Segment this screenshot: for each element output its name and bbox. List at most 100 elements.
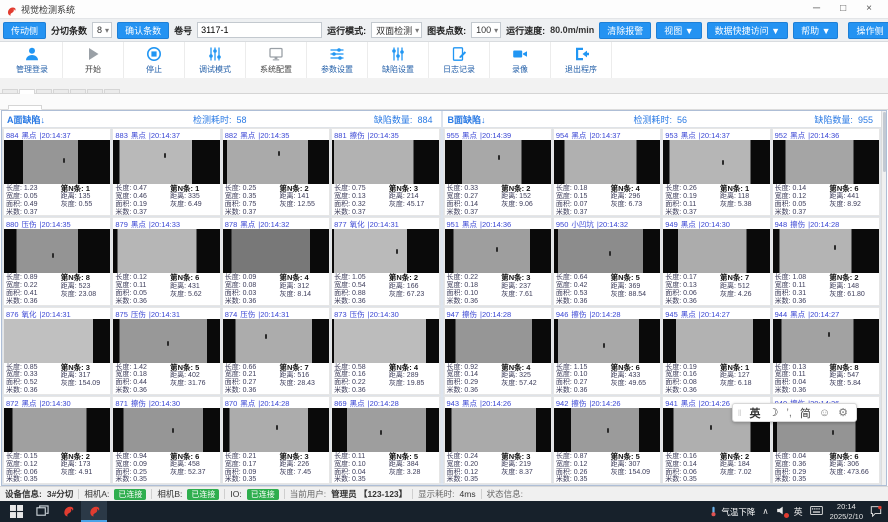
ribbon-button[interactable]: 日志记录 — [429, 42, 490, 78]
defect-thumbnail[interactable] — [113, 319, 219, 363]
defect-card[interactable]: 943黑点|20:14:26 长度: 0.24 宽度: 0.20 面积: 0.1… — [444, 396, 552, 484]
defect-thumbnail[interactable] — [554, 140, 660, 184]
defect-thumbnail[interactable] — [554, 319, 660, 363]
defect-card[interactable]: 945黑点|20:14:27 长度: 0.19 宽度: 0.16 面积: 0.0… — [662, 307, 770, 395]
clear-alarm-button[interactable]: 清除报警 — [599, 22, 651, 39]
defect-thumbnail[interactable] — [4, 408, 110, 452]
ribbon-button[interactable]: 开始 — [63, 42, 124, 78]
defect-card[interactable]: 948擦伤|20:14:28 长度: 1.08 宽度: 0.11 面积: 0.3… — [772, 217, 880, 305]
operator-side-button[interactable]: 操作侧 — [848, 22, 888, 39]
defect-thumbnail[interactable] — [223, 229, 329, 273]
defect-thumbnail[interactable] — [4, 229, 110, 273]
gear-icon[interactable]: ⚙ — [838, 406, 848, 419]
defect-card[interactable]: 942擦伤|20:14:26 长度: 0.87 宽度: 0.12 面积: 0.2… — [553, 396, 661, 484]
ribbon-button[interactable]: 管理登录 — [2, 42, 63, 78]
data-access-menu-button[interactable]: 数据快捷访问 ▼ — [707, 22, 788, 39]
defect-card[interactable]: 953黑点|20:14:37 长度: 0.26 宽度: 0.19 面积: 0.1… — [662, 128, 770, 216]
main-tab[interactable] — [70, 89, 86, 93]
defect-thumbnail[interactable] — [554, 408, 660, 452]
help-menu-button[interactable]: 帮助 ▼ — [793, 22, 838, 39]
maximize-button[interactable]: □ — [840, 0, 846, 18]
tray-expand-chevron[interactable]: ∧ — [762, 506, 768, 517]
defect-thumbnail[interactable] — [773, 319, 879, 363]
defect-thumbnail[interactable] — [332, 319, 438, 363]
defect-card[interactable]: 947擦伤|20:14:28 长度: 0.92 宽度: 0.14 面积: 0.2… — [444, 307, 552, 395]
defect-thumbnail[interactable] — [113, 140, 219, 184]
taskbar-language-indicator[interactable]: 英 — [794, 505, 803, 518]
defect-thumbnail[interactable] — [332, 140, 438, 184]
sub-tab[interactable] — [42, 104, 76, 109]
main-tab[interactable] — [36, 89, 52, 93]
defect-thumbnail[interactable] — [332, 229, 438, 273]
taskbar-app-icon-active[interactable] — [81, 501, 107, 522]
roll-number-input[interactable] — [197, 22, 322, 38]
defect-thumbnail[interactable] — [663, 319, 769, 363]
defect-thumbnail[interactable] — [332, 408, 438, 452]
smiley-icon[interactable]: ☺ — [819, 407, 830, 419]
defect-card[interactable]: 944黑点|20:14:27 长度: 0.13 宽度: 0.11 面积: 0.0… — [772, 307, 880, 395]
touch-keyboard-icon[interactable] — [810, 506, 823, 517]
run-mode-select[interactable]: 双面检测▾ — [371, 22, 422, 38]
vertical-scrollbar[interactable] — [881, 111, 886, 485]
ribbon-button[interactable]: 退出程序 — [551, 42, 612, 78]
defect-card[interactable]: 881擦伤|20:14:35 长度: 0.75 宽度: 0.13 面积: 0.3… — [331, 128, 439, 216]
defect-card[interactable]: 880压伤|20:14:35 长度: 0.89 宽度: 0.22 面积: 0.4… — [3, 217, 111, 305]
ribbon-button[interactable]: 录像 — [490, 42, 551, 78]
sub-tab[interactable] — [110, 104, 144, 109]
weather-widget[interactable]: 气温下降 — [708, 506, 755, 518]
defect-card[interactable]: 883黑点|20:14:37 长度: 0.47 宽度: 0.46 面积: 0.1… — [112, 128, 220, 216]
defect-thumbnail[interactable] — [445, 408, 551, 452]
close-button[interactable]: × — [866, 0, 872, 18]
defect-thumbnail[interactable] — [773, 229, 879, 273]
defect-thumbnail[interactable] — [445, 319, 551, 363]
main-tab[interactable] — [87, 89, 103, 93]
defect-thumbnail[interactable] — [773, 140, 879, 184]
defect-card[interactable]: 874压伤|20:14:31 长度: 0.66 宽度: 0.21 面积: 0.2… — [222, 307, 330, 395]
defect-card[interactable]: 952黑点|20:14:36 长度: 0.14 宽度: 0.12 面积: 0.0… — [772, 128, 880, 216]
defect-card[interactable]: 946擦伤|20:14:28 长度: 1.15 宽度: 0.10 面积: 0.2… — [553, 307, 661, 395]
ribbon-button[interactable]: 调试模式 — [185, 42, 246, 78]
minimize-button[interactable]: ─ — [813, 0, 820, 18]
main-tab[interactable] — [2, 89, 18, 93]
defect-card[interactable]: 875压伤|20:14:31 长度: 1.42 宽度: 0.18 面积: 0.4… — [112, 307, 220, 395]
defect-thumbnail[interactable] — [445, 140, 551, 184]
task-view-button[interactable] — [29, 501, 55, 522]
ime-simplified-toggle[interactable]: 简 — [800, 405, 811, 421]
defect-card[interactable]: 871擦伤|20:14:30 长度: 0.94 宽度: 0.09 面积: 0.2… — [112, 396, 220, 484]
start-button[interactable] — [3, 501, 29, 522]
ime-grip-handle[interactable]: ‖ — [738, 408, 742, 418]
drive-side-button[interactable]: 传动侧 — [3, 22, 46, 39]
defect-card[interactable]: 878黑点|20:14:32 长度: 0.09 宽度: 0.08 面积: 0.0… — [222, 217, 330, 305]
defect-card[interactable]: 870黑点|20:14:28 长度: 0.21 宽度: 0.17 面积: 0.0… — [222, 396, 330, 484]
ribbon-button[interactable]: 停止 — [124, 42, 185, 78]
defect-card[interactable]: 872黑点|20:14:30 长度: 0.15 宽度: 0.12 面积: 0.0… — [3, 396, 111, 484]
volume-icon[interactable] — [776, 505, 787, 518]
defect-thumbnail[interactable] — [663, 140, 769, 184]
defect-thumbnail[interactable] — [223, 319, 329, 363]
main-tab[interactable] — [104, 89, 120, 93]
defect-card[interactable]: 955黑点|20:14:39 长度: 0.33 宽度: 0.27 面积: 0.1… — [444, 128, 552, 216]
defect-thumbnail[interactable] — [113, 229, 219, 273]
defect-thumbnail[interactable] — [113, 408, 219, 452]
ribbon-button[interactable]: 系统配置 — [246, 42, 307, 78]
defect-card[interactable]: 879黑点|20:14:33 长度: 0.12 宽度: 0.11 面积: 0.0… — [112, 217, 220, 305]
defect-card[interactable]: 950小凹坑|20:14:32 长度: 0.64 宽度: 0.42 面积: 0.… — [553, 217, 661, 305]
main-tab[interactable] — [53, 89, 69, 93]
defect-card[interactable]: 869黑点|20:14:28 长度: 0.11 宽度: 0.10 面积: 0.0… — [331, 396, 439, 484]
ime-language-toggle[interactable]: 英 — [750, 405, 761, 421]
defect-card[interactable]: 882黑点|20:14:35 长度: 0.25 宽度: 0.35 面积: 0.7… — [222, 128, 330, 216]
defect-card[interactable]: 876氧化|20:14:31 长度: 0.85 宽度: 0.33 面积: 0.5… — [3, 307, 111, 395]
defect-thumbnail[interactable] — [223, 408, 329, 452]
defect-thumbnail[interactable] — [223, 140, 329, 184]
defect-card[interactable]: 877氧化|20:14:31 长度: 1.05 宽度: 0.54 面积: 0.8… — [331, 217, 439, 305]
defect-card[interactable]: 954黑点|20:14:37 长度: 0.18 宽度: 0.15 面积: 0.0… — [553, 128, 661, 216]
ime-punctuation-toggle[interactable]: ’, — [786, 407, 792, 419]
scrollbar-thumb[interactable] — [883, 112, 886, 172]
defect-card[interactable]: 873压伤|20:14:30 长度: 0.58 宽度: 0.16 面积: 0.2… — [331, 307, 439, 395]
action-center-icon[interactable] — [870, 505, 882, 519]
taskbar-app-icon[interactable] — [55, 501, 81, 522]
defect-thumbnail[interactable] — [4, 319, 110, 363]
defect-thumbnail[interactable] — [663, 229, 769, 273]
defect-thumbnail[interactable] — [4, 140, 110, 184]
ribbon-button[interactable]: 缺陷设置 — [368, 42, 429, 78]
